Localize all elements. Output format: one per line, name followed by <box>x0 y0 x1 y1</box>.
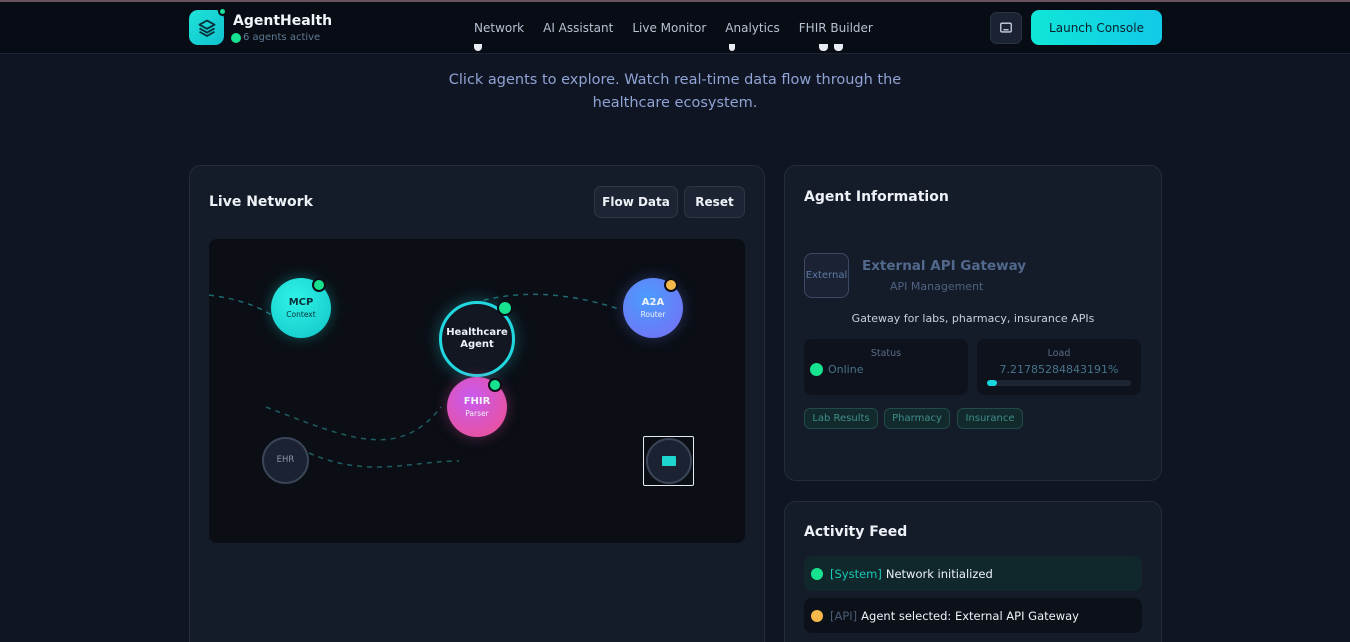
activity-feed-title: Activity Feed <box>804 524 908 540</box>
activity-item-tag: [API] <box>830 608 858 623</box>
agent-type-badge: External <box>804 253 849 298</box>
tag-insurance: Insurance <box>957 408 1023 429</box>
ehr-node-label: EHR <box>276 455 295 465</box>
api-status-dot <box>811 609 823 622</box>
agent-information-title: Agent Information <box>804 189 949 205</box>
activity-item: [API] Agent selected: External API Gatew… <box>804 598 1142 633</box>
brand-name: AgentHealth <box>233 13 333 29</box>
ehr-node[interactable]: EHR <box>262 437 309 484</box>
healthcare-status-dot <box>497 300 513 316</box>
load-progress-fill <box>987 380 998 386</box>
connection-line <box>209 294 278 320</box>
status-value: Online <box>828 363 864 376</box>
logo[interactable] <box>189 7 227 45</box>
activity-item-text: Agent selected: External API Gateway <box>861 608 1079 623</box>
display-toggle-button[interactable] <box>990 12 1022 44</box>
external-api-node[interactable] <box>646 438 692 484</box>
launch-console-button[interactable]: Launch Console <box>1031 10 1162 45</box>
activity-item: [System] Network initialized <box>804 556 1142 591</box>
agents-active-status: 6 agents active <box>231 32 320 43</box>
load-card: Load 7.21785284843191% <box>977 339 1141 395</box>
a2a-status-dot <box>664 278 678 292</box>
hero-title-clipped <box>460 44 890 56</box>
connection-line <box>265 406 442 441</box>
fhir-status-dot <box>488 378 502 392</box>
network-canvas[interactable]: MCP Context Healthcare Agent A2A Router … <box>209 239 745 543</box>
main-nav: Network AI Assistant Live Monitor Analyt… <box>474 21 873 35</box>
external-api-node-selected[interactable] <box>643 436 694 486</box>
nav-link-network[interactable]: Network <box>474 21 524 35</box>
mcp-status-dot <box>312 278 326 292</box>
load-value: 7.21785284843191% <box>999 363 1119 376</box>
a2a-node-sub: Router <box>640 309 666 319</box>
monitor-icon <box>1000 22 1012 33</box>
fhir-node-sub: Parser <box>465 408 489 418</box>
api-gateway-icon <box>662 456 676 466</box>
agent-name: External API Gateway <box>862 258 1027 274</box>
a2a-node-label: A2A <box>641 296 665 308</box>
connection-line <box>308 452 460 468</box>
load-progress-track <box>987 380 1131 386</box>
hero-subtitle: Click agents to explore. Watch real-time… <box>448 72 902 111</box>
flow-data-button[interactable]: Flow Data <box>594 186 678 218</box>
activity-item-text: Network initialized <box>885 566 993 581</box>
nav-link-analytics[interactable]: Analytics <box>725 21 780 35</box>
nav-link-live-monitor[interactable]: Live Monitor <box>632 21 706 35</box>
tag-pharmacy: Pharmacy <box>884 408 950 429</box>
mcp-node-label: MCP <box>288 296 314 308</box>
healthcare-node-label2: Agent <box>460 339 494 350</box>
activity-item-tag: [System] <box>830 566 882 581</box>
reset-button[interactable]: Reset <box>684 186 745 218</box>
agent-description: Gateway for labs, pharmacy, insurance AP… <box>851 312 1095 325</box>
load-label: Load <box>1047 348 1071 359</box>
mcp-node-sub: Context <box>286 309 316 319</box>
live-network-title: Live Network <box>209 194 313 210</box>
logo-status-dot <box>218 7 227 16</box>
online-dot-icon <box>231 32 241 43</box>
tag-lab-results: Lab Results <box>804 408 878 429</box>
healthcare-node-label: Healthcare <box>446 327 508 338</box>
status-label: Status <box>870 348 902 359</box>
fhir-node-label: FHIR <box>463 395 491 407</box>
agents-active-text: 6 agents active <box>243 32 321 43</box>
layers-icon <box>198 19 215 37</box>
nav-link-ai-assistant[interactable]: AI Assistant <box>543 21 613 35</box>
system-status-dot <box>811 567 823 580</box>
status-card: Status Online <box>804 339 968 395</box>
agent-role: API Management <box>890 280 984 293</box>
online-status-dot <box>810 363 823 376</box>
nav-link-fhir-builder[interactable]: FHIR Builder <box>799 21 873 35</box>
